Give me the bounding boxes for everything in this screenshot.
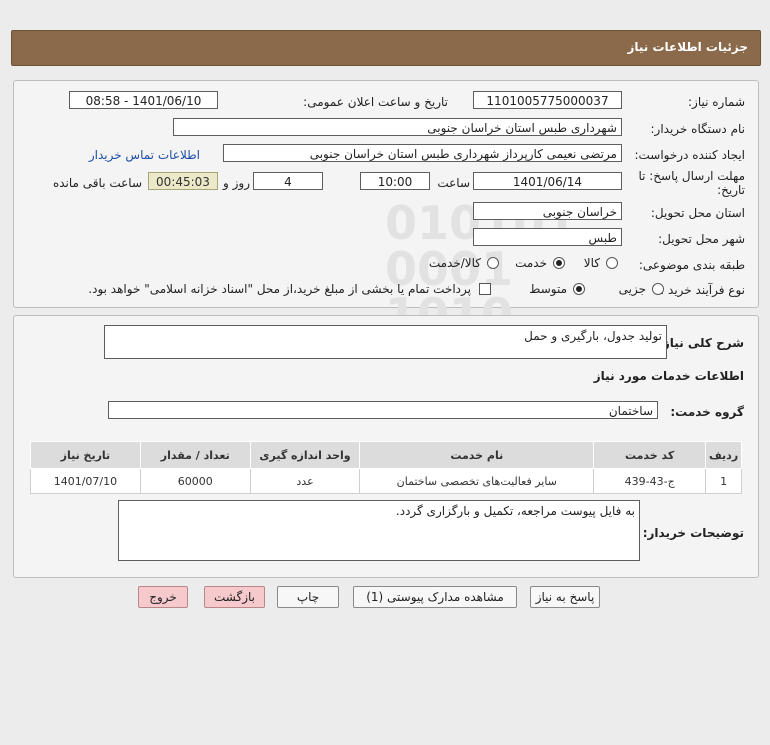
remaining-time-label: ساعت باقی مانده <box>52 176 142 190</box>
cell-row: 1 <box>705 468 742 494</box>
deadline-date-field: 1401/06/14 <box>473 172 622 190</box>
announce-label: تاریخ و ساعت اعلان عمومی: <box>303 95 448 109</box>
category-service-radio[interactable] <box>553 257 565 269</box>
page-title: جزئیات اطلاعات نیاز <box>627 40 748 54</box>
print-button[interactable]: چاپ <box>277 586 339 608</box>
creator-field: مرتضی نعیمی کارپرداز شهرداری طبس استان خ… <box>223 144 622 162</box>
summary-field: تولید جدول، بارگیری و حمل <box>104 325 667 359</box>
city-field: طبس <box>473 228 622 246</box>
cell-unit: عدد <box>249 468 361 494</box>
cell-service-name: سایر فعالیت‌های تخصصی ساختمان <box>359 468 595 494</box>
process-minor-radio[interactable] <box>652 283 664 295</box>
col-service-code: کد خدمت <box>593 441 707 469</box>
remaining-time-field: 00:45:03 <box>148 172 218 190</box>
announce-field: 1401/06/10 - 08:58 <box>69 91 218 109</box>
summary-label: شرح کلی نیاز: <box>658 336 744 350</box>
service-group-label: گروه خدمت: <box>670 405 744 419</box>
category-goods-service-radio[interactable] <box>487 257 499 269</box>
province-field: خراسان جنوبی <box>473 202 622 220</box>
col-need-date: تاریخ نیاز <box>30 441 141 469</box>
need-number-label: شماره نیاز: <box>688 95 745 109</box>
category-goods-service-label: کالا/خدمت <box>428 256 481 270</box>
process-medium-radio[interactable] <box>573 283 585 295</box>
col-row: ردیف <box>705 441 742 469</box>
exit-button[interactable]: خروج <box>138 586 188 608</box>
buyer-org-label: نام دستگاه خریدار: <box>650 122 746 136</box>
table-row: 1 ج-43-439 سایر فعالیت‌های تخصصی ساختمان… <box>30 468 742 494</box>
page-header: جزئیات اطلاعات نیاز <box>11 30 761 66</box>
cell-service-code: ج-43-439 <box>593 468 707 494</box>
province-label: استان محل تحویل: <box>650 206 745 220</box>
category-label: طبقه بندی موضوعی: <box>638 258 745 272</box>
need-number-field: 1101005775000037 <box>473 91 622 109</box>
services-table: ردیف کد خدمت نام خدمت واحد اندازه گیری ت… <box>30 441 742 494</box>
deadline-label: مهلت ارسال پاسخ: تا <box>638 169 745 183</box>
services-heading: اطلاعات خدمات مورد نیاز <box>593 369 744 383</box>
creator-label: ایجاد کننده درخواست: <box>634 148 745 162</box>
process-minor-label: جزیی <box>618 282 646 296</box>
attachments-button[interactable]: مشاهده مدارک پیوستی (1) <box>353 586 517 608</box>
service-group-field: ساختمان <box>108 401 658 419</box>
buyer-contact-link[interactable]: اطلاعات تماس خریدار <box>89 148 200 162</box>
remaining-days-field: 4 <box>253 172 323 190</box>
process-type-label: نوع فرآیند خرید : <box>660 283 745 297</box>
buyer-org-field: شهرداری طبس استان خراسان جنوبی <box>173 118 622 136</box>
cell-quantity: 60000 <box>139 468 251 494</box>
need-info-panel <box>13 80 759 308</box>
category-goods-radio[interactable] <box>606 257 618 269</box>
deadline-time-field: 10:00 <box>360 172 430 190</box>
treasury-payment-checkbox[interactable] <box>479 283 491 295</box>
deadline-time-label: ساعت <box>437 176 470 190</box>
col-unit: واحد اندازه گیری <box>249 441 361 469</box>
deadline-label-date: تاریخ: <box>717 183 745 197</box>
remaining-days-label: روز و <box>223 176 250 190</box>
buyer-notes-field: به فایل پیوست مراجعه، تکمیل و بارگزاری گ… <box>118 500 640 561</box>
treasury-payment-note: پرداخت تمام یا بخشی از مبلغ خرید،از محل … <box>88 282 471 296</box>
buyer-notes-label: توضیحات خریدار: <box>642 526 744 540</box>
back-button[interactable]: بازگشت <box>204 586 265 608</box>
city-label: شهر محل تحویل: <box>658 232 745 246</box>
table-header-row: ردیف کد خدمت نام خدمت واحد اندازه گیری ت… <box>30 441 742 469</box>
category-service-label: خدمت <box>515 256 547 270</box>
col-quantity: تعداد / مقدار <box>139 441 251 469</box>
category-goods-label: کالا <box>583 256 600 270</box>
process-medium-label: متوسط <box>529 282 567 296</box>
col-service-name: نام خدمت <box>359 441 595 469</box>
cell-need-date: 1401/07/10 <box>30 468 141 494</box>
reply-button[interactable]: پاسخ به نیاز <box>530 586 600 608</box>
